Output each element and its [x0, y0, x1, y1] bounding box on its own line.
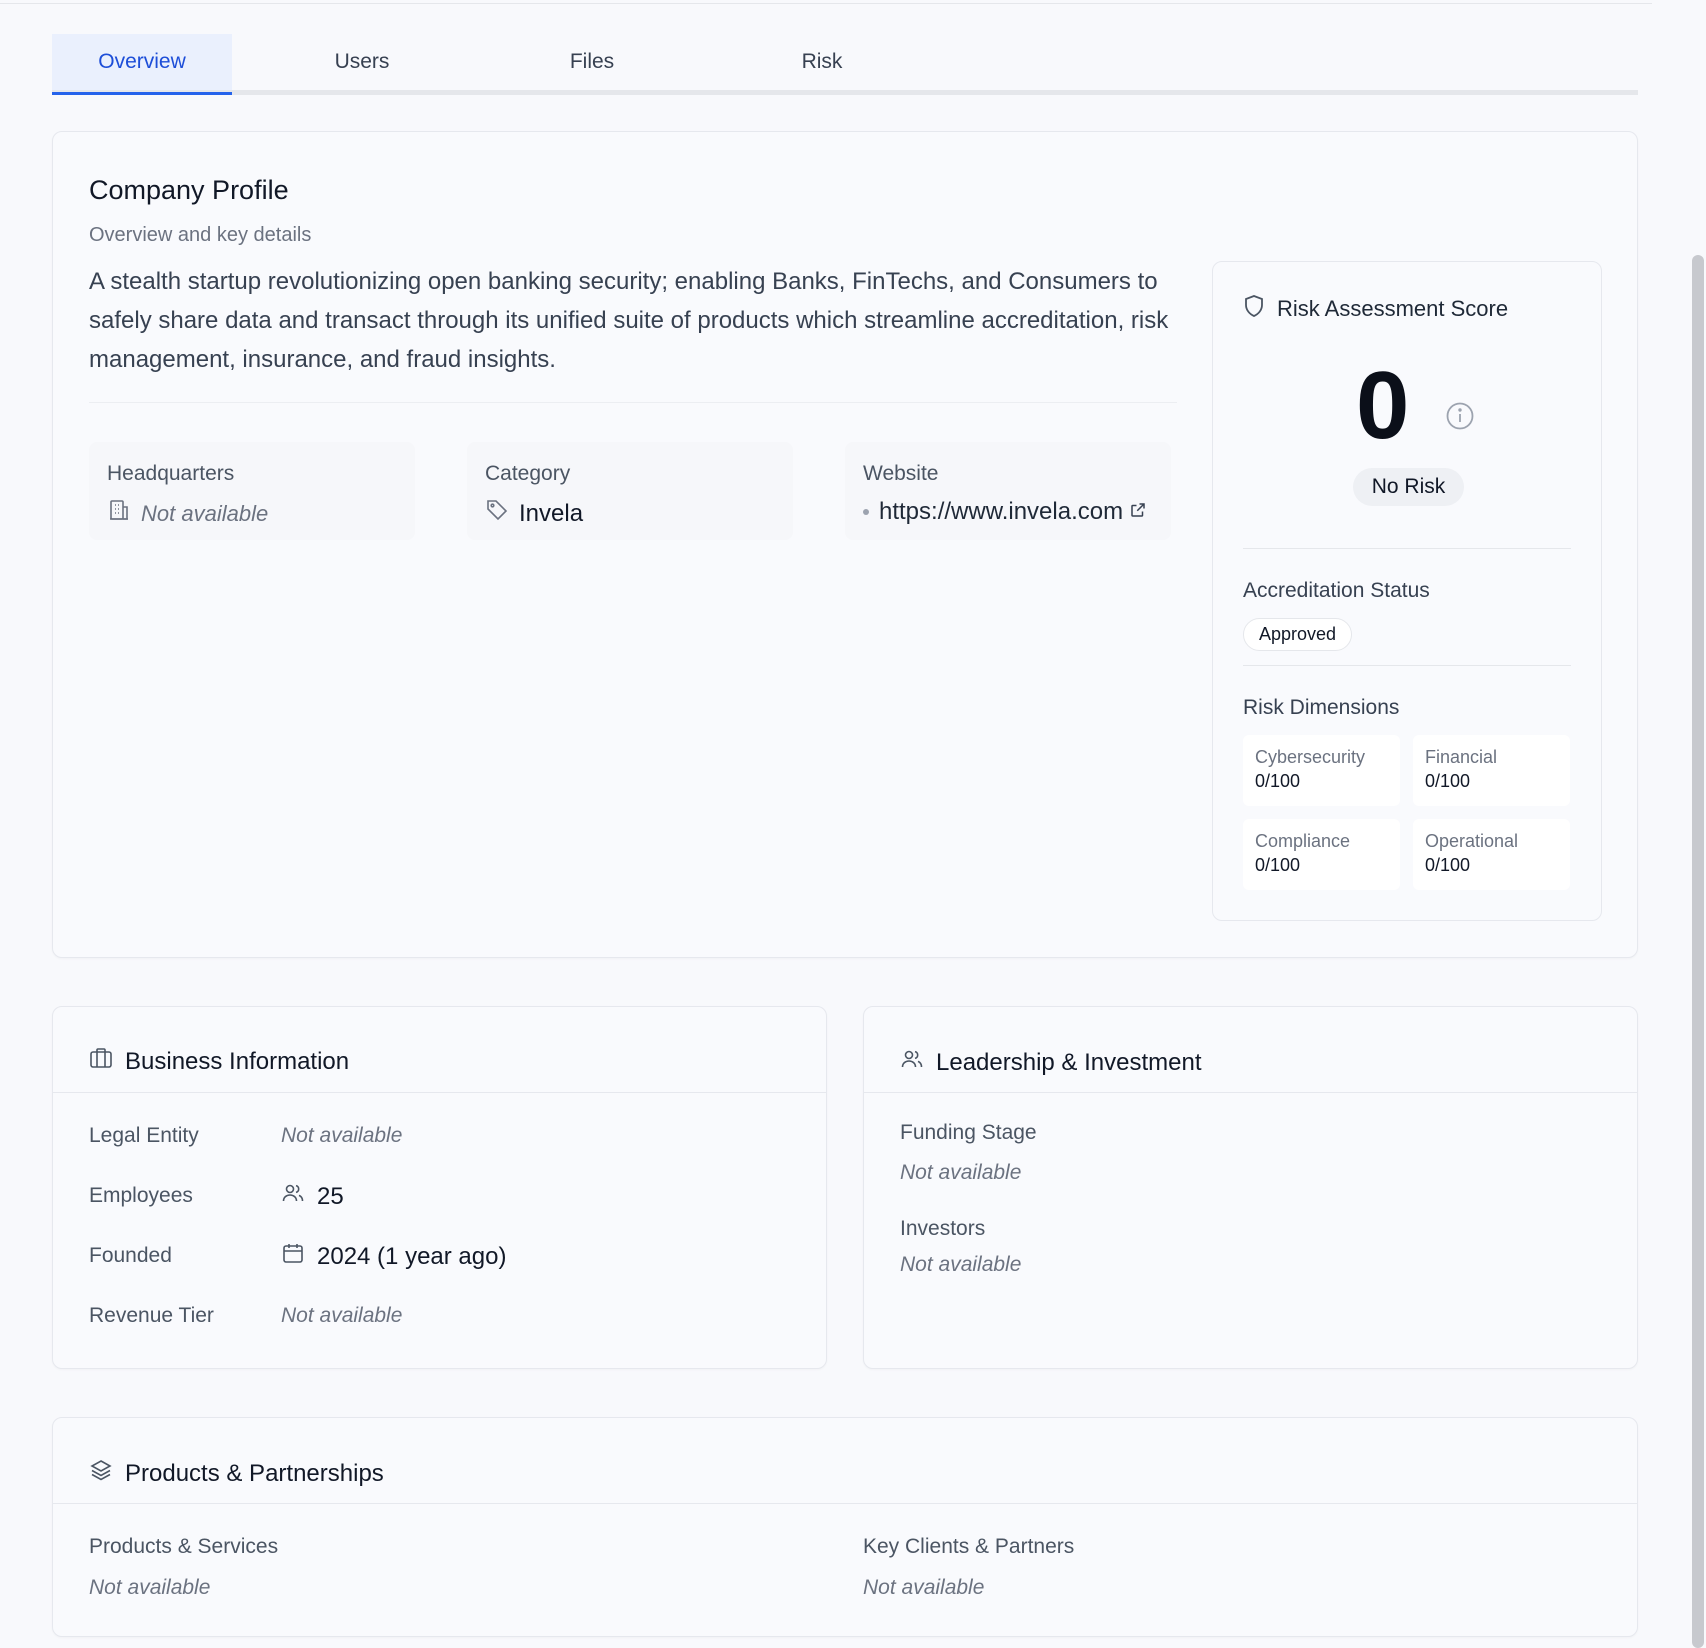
divider [53, 1503, 1637, 1504]
company-profile-card: Company Profile Overview and key details… [52, 131, 1638, 958]
shield-icon [1243, 294, 1265, 324]
tab-overview[interactable]: Overview [52, 34, 232, 95]
divider [864, 1092, 1637, 1093]
tag-icon [485, 498, 509, 529]
investors-label: Investors [900, 1217, 986, 1240]
risk-assessment-panel: Risk Assessment Score 0 No Risk Accredit… [1212, 261, 1602, 921]
category-box: Category Invela [467, 442, 793, 540]
key-clients-value: Not available [863, 1576, 985, 1599]
tab-risk[interactable]: Risk [767, 34, 877, 90]
calendar-icon [281, 1241, 305, 1272]
legal-entity-label: Legal Entity [89, 1124, 199, 1147]
leadership-investment-header: Leadership & Investment [900, 1047, 1202, 1078]
headquarters-box: Headquarters Not available [89, 442, 415, 540]
users-icon [281, 1181, 305, 1212]
website-label: Website [863, 462, 939, 485]
risk-assessment-title: Risk Assessment Score [1277, 296, 1509, 321]
funding-stage-value: Not available [900, 1161, 1022, 1184]
risk-assessment-header: Risk Assessment Score [1243, 294, 1508, 324]
bullet-icon [863, 509, 869, 515]
products-partnerships-title: Products & Partnerships [125, 1459, 384, 1487]
risk-level-badge: No Risk [1353, 468, 1464, 506]
products-services-label: Products & Services [89, 1535, 279, 1558]
business-information-card: Business Information Legal Entity Not av… [52, 1006, 827, 1369]
users-icon [900, 1047, 924, 1078]
products-partnerships-header: Products & Partnerships [89, 1458, 384, 1489]
products-services-value: Not available [89, 1576, 211, 1599]
divider [1243, 548, 1571, 549]
dimension-compliance: Compliance 0/100 [1243, 819, 1400, 890]
headquarters-value: Not available [107, 498, 268, 529]
accreditation-status-badge: Approved [1243, 618, 1353, 651]
tab-files[interactable]: Files [537, 34, 647, 90]
tab-bar: Overview Users Files Risk [52, 34, 1638, 95]
category-label: Category [485, 462, 571, 485]
website-value: https://www.invela.com [863, 498, 1147, 526]
key-clients-label: Key Clients & Partners [863, 1535, 1075, 1558]
business-information-header: Business Information [89, 1047, 349, 1076]
dimension-financial: Financial 0/100 [1413, 735, 1570, 806]
employees-value: 25 [281, 1181, 344, 1212]
info-icon[interactable] [1445, 401, 1475, 436]
leadership-investment-title: Leadership & Investment [936, 1048, 1202, 1076]
risk-dimensions-label: Risk Dimensions [1243, 696, 1400, 719]
founded-label: Founded [89, 1244, 172, 1267]
divider [53, 1092, 826, 1093]
dimension-operational: Operational 0/100 [1413, 819, 1570, 890]
employees-label: Employees [89, 1184, 193, 1207]
dimension-cybersecurity: Cybersecurity 0/100 [1243, 735, 1400, 806]
products-partnerships-card: Products & Partnerships Products & Servi… [52, 1417, 1638, 1637]
website-box: Website https://www.invela.com [845, 442, 1171, 540]
risk-score: 0 [1356, 352, 1410, 459]
revenue-tier-label: Revenue Tier [89, 1304, 214, 1327]
accreditation-label: Accreditation Status [1243, 579, 1430, 602]
company-description: A stealth startup revolutionizing open b… [89, 268, 1169, 373]
layers-icon [89, 1458, 113, 1489]
building-icon [107, 498, 131, 529]
funding-stage-label: Funding Stage [900, 1121, 1037, 1144]
company-profile-title: Company Profile [89, 175, 289, 205]
founded-value: 2024 (1 year ago) [281, 1241, 506, 1272]
legal-entity-value: Not available [281, 1124, 403, 1147]
top-divider [0, 3, 1652, 4]
business-information-title: Business Information [125, 1047, 350, 1075]
briefcase-icon [89, 1047, 113, 1076]
divider [1243, 665, 1571, 666]
company-profile-subtitle: Overview and key details [89, 224, 312, 246]
headquarters-label: Headquarters [107, 462, 235, 485]
category-value: Invela [485, 498, 583, 529]
scrollbar-thumb[interactable] [1692, 255, 1704, 1648]
divider [89, 402, 1177, 403]
tab-users[interactable]: Users [302, 34, 422, 90]
leadership-investment-card: Leadership & Investment Funding Stage No… [863, 1006, 1638, 1369]
external-link-icon[interactable] [1129, 498, 1147, 526]
revenue-tier-value: Not available [281, 1304, 403, 1327]
investors-value: Not available [900, 1253, 1022, 1276]
website-link[interactable]: https://www.invela.com [879, 498, 1123, 526]
